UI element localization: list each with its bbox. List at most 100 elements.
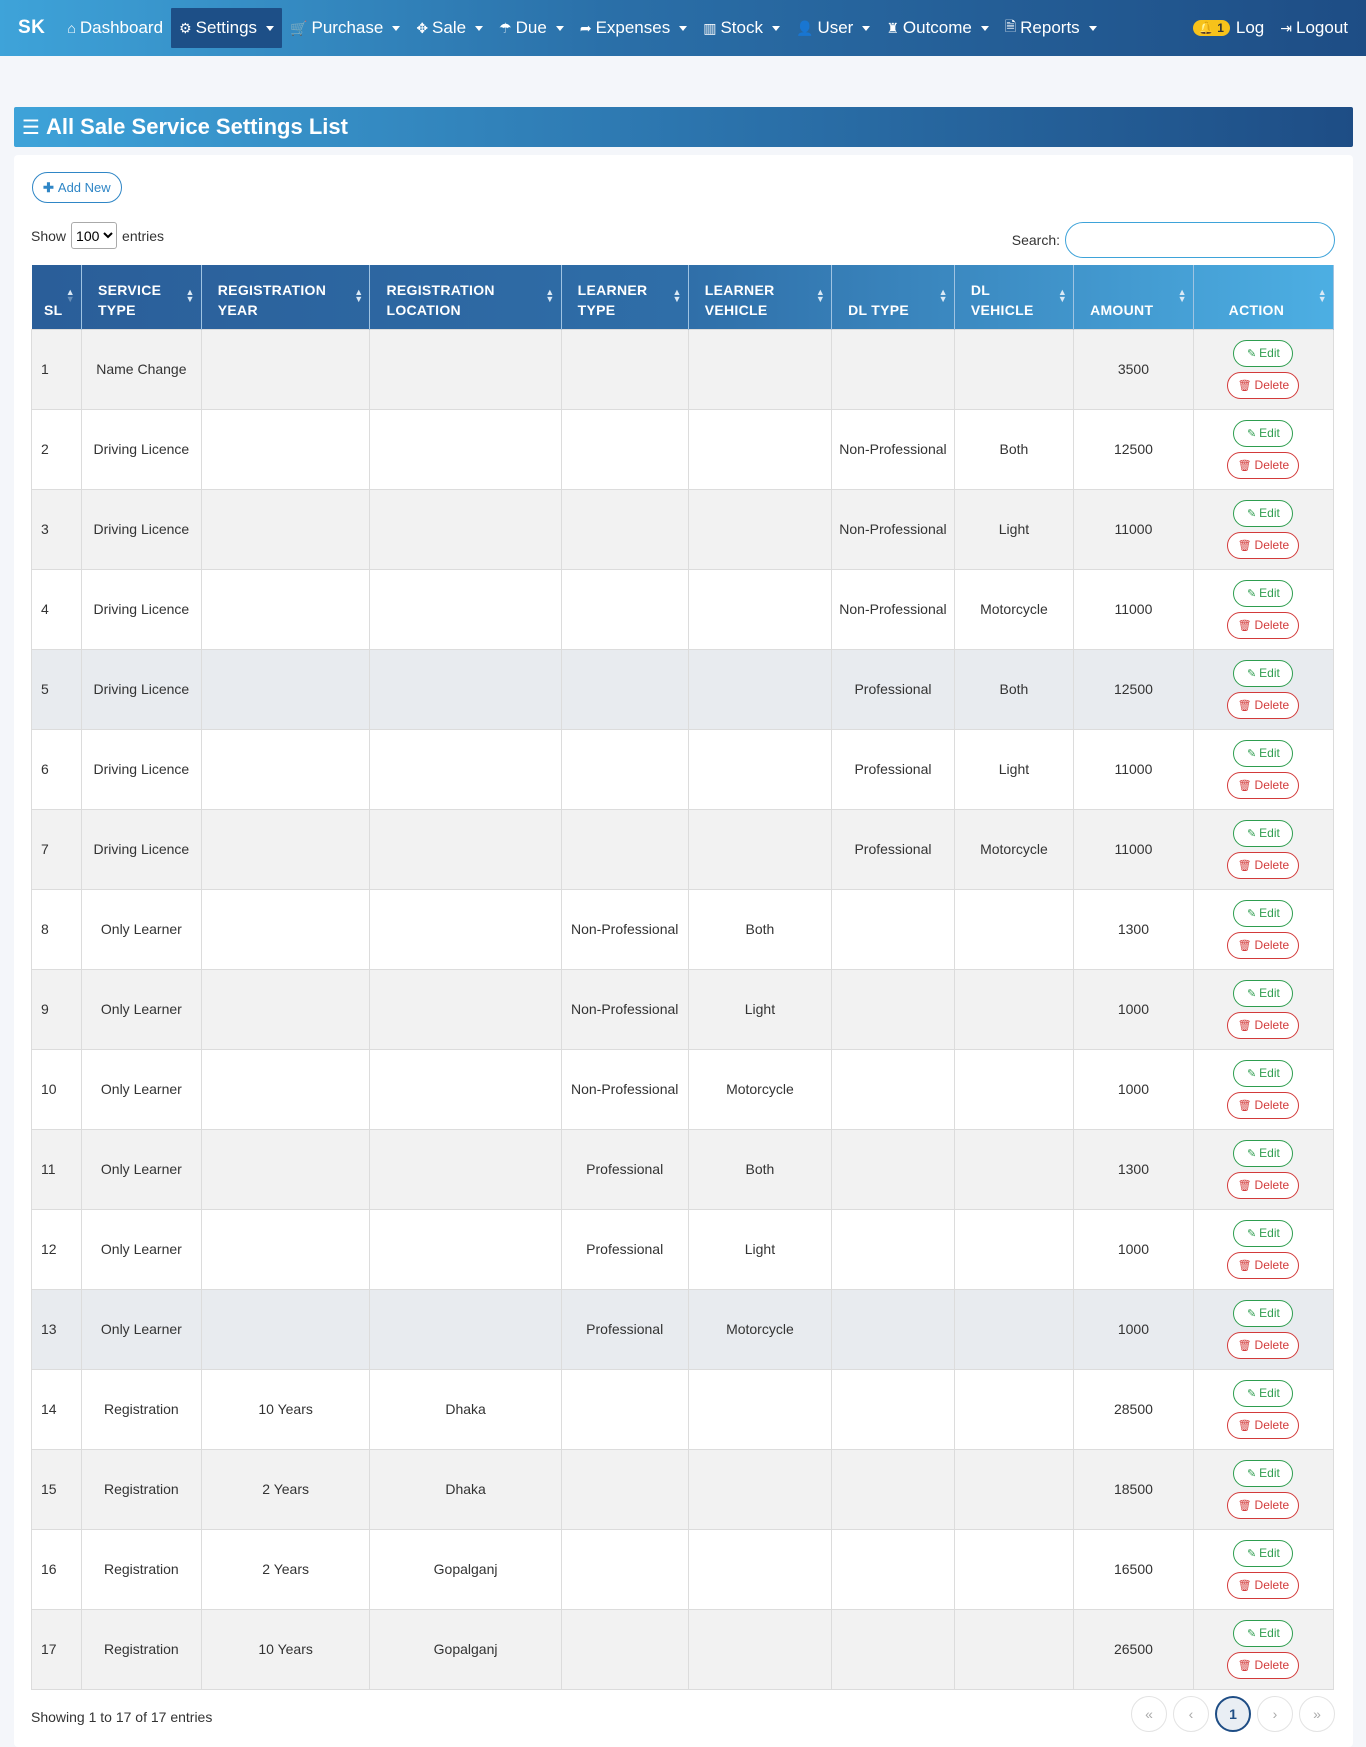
edit-button[interactable]: ✎ Edit xyxy=(1233,899,1294,927)
edit-button[interactable]: ✎ Edit xyxy=(1233,819,1294,847)
delete-button[interactable]: 🗑 Delete xyxy=(1227,1411,1300,1439)
nav-dashboard[interactable]: ⌂ Dashboard xyxy=(59,8,171,48)
cell-service-type: Registration xyxy=(80,1368,202,1450)
cell-action: ✎ Edit 🗑 Delete xyxy=(1192,968,1335,1050)
nav-stock[interactable]: ▥ Stock xyxy=(695,8,788,48)
delete-button[interactable]: 🗑 Delete xyxy=(1227,1571,1300,1599)
table-row: 1 Name Change 3500 ✎ Edit 🗑 Delete xyxy=(31,328,1335,410)
cell-dl-vehicle xyxy=(953,1288,1075,1370)
cell-dl-vehicle xyxy=(953,1368,1075,1450)
column-header-amount[interactable]: AMOUNT ▲ ▼ xyxy=(1073,265,1194,329)
column-header-service_type[interactable]: SERVICE TYPE ▲ ▼ xyxy=(81,265,202,329)
edit-button[interactable]: ✎ Edit xyxy=(1233,1299,1294,1327)
table-row: 5 Driving Licence Professional Both 12500 ✎ Ed… xyxy=(31,648,1335,730)
column-header-dl_type[interactable]: DL TYPE ▲ ▼ xyxy=(831,265,955,329)
edit-button[interactable]: ✎ Edit xyxy=(1233,1219,1294,1247)
nav-label: User xyxy=(817,18,854,37)
column-header-sl[interactable]: SL ▲ ▼ xyxy=(31,265,82,329)
search-input[interactable] xyxy=(1065,222,1335,258)
edit-button[interactable]: ✎ Edit xyxy=(1233,1459,1294,1487)
table-row: 15 Registration 2 Years Dhaka 18500 ✎ Edit 🗑 Del… xyxy=(31,1448,1335,1530)
delete-button[interactable]: 🗑 Delete xyxy=(1227,931,1300,959)
delete-button[interactable]: 🗑 Delete xyxy=(1227,1651,1300,1679)
edit-button[interactable]: ✎ Edit xyxy=(1233,339,1294,367)
delete-button[interactable]: 🗑 Delete xyxy=(1227,451,1300,479)
edit-icon: ✎ xyxy=(1246,587,1257,600)
column-header-reg_location[interactable]: REGISTRATION LOCATION ▲ ▼ xyxy=(369,265,562,329)
edit-button[interactable]: ✎ Edit xyxy=(1233,579,1294,607)
nav-expenses[interactable]: ➦ Expenses xyxy=(572,8,695,48)
brand-logo[interactable]: SK xyxy=(18,17,45,39)
edit-button[interactable]: ✎ Edit xyxy=(1233,1539,1294,1567)
next-page-button[interactable]: › xyxy=(1257,1696,1293,1732)
last-page-button[interactable]: » xyxy=(1299,1696,1335,1732)
edit-button[interactable]: ✎ Edit xyxy=(1233,499,1294,527)
edit-icon: ✎ xyxy=(1246,907,1257,920)
edit-button[interactable]: ✎ Edit xyxy=(1233,659,1294,687)
column-header-learner_type[interactable]: LEARNER TYPE ▲ ▼ xyxy=(561,265,689,329)
delete-button[interactable]: 🗑 Delete xyxy=(1227,1091,1300,1119)
trash-icon: 🗑 xyxy=(1237,779,1252,792)
edit-button[interactable]: ✎ Edit xyxy=(1233,979,1294,1007)
prev-page-button[interactable]: ‹ xyxy=(1173,1696,1209,1732)
nav-purchase[interactable]: 🛒 Purchase xyxy=(282,8,408,48)
log-link[interactable]: 🔔 1 Log xyxy=(1185,8,1272,48)
outcome-icon: ♜ xyxy=(886,19,899,36)
delete-button[interactable]: 🗑 Delete xyxy=(1227,691,1300,719)
caret-down-icon xyxy=(980,25,989,31)
cell-reg-year: 10 Years xyxy=(200,1608,371,1690)
column-header-reg_year[interactable]: REGISTRATION YEAR ▲ ▼ xyxy=(201,265,371,329)
cell-learner-type: Non-Professional xyxy=(560,968,689,1050)
add-new-button[interactable]: ✚ Add New xyxy=(32,172,122,203)
sort-icon: ▲ ▼ xyxy=(65,286,75,304)
nav-outcome[interactable]: ♜ Outcome xyxy=(878,8,997,48)
cell-reg-location xyxy=(369,568,562,650)
cell-learner-type xyxy=(560,808,689,890)
logout-link[interactable]: ⇥ Logout xyxy=(1272,8,1356,48)
cell-action: ✎ Edit 🗑 Delete xyxy=(1192,1368,1335,1450)
delete-button[interactable]: 🗑 Delete xyxy=(1227,1331,1300,1359)
column-header-action[interactable]: ACTION ▲ ▼ xyxy=(1193,265,1335,329)
edit-button[interactable]: ✎ Edit xyxy=(1233,1619,1294,1647)
trash-icon: 🗑 xyxy=(1237,859,1252,872)
list-icon: ☰ xyxy=(22,116,40,139)
delete-button[interactable]: 🗑 Delete xyxy=(1227,771,1300,799)
cell-reg-location: Dhaka xyxy=(369,1368,562,1450)
edit-button[interactable]: ✎ Edit xyxy=(1233,1139,1294,1167)
table-row: 7 Driving Licence Professional Motorcycle 11… xyxy=(31,808,1335,890)
first-page-button[interactable]: « xyxy=(1131,1696,1167,1732)
cell-amount: 26500 xyxy=(1073,1608,1194,1690)
delete-button[interactable]: 🗑 Delete xyxy=(1227,371,1300,399)
nav-reports[interactable]: 🗎 Reports xyxy=(997,8,1105,48)
edit-button[interactable]: ✎ Edit xyxy=(1233,1379,1294,1407)
page-button-1[interactable]: 1 xyxy=(1215,1696,1251,1732)
row-actions: ✎ Edit 🗑 Delete xyxy=(1200,1139,1327,1199)
due-icon: ☂ xyxy=(499,19,512,36)
table-row: 10 Only Learner Non-Professional Motorcycle… xyxy=(31,1048,1335,1130)
cell-learner-type xyxy=(560,568,689,650)
delete-button[interactable]: 🗑 Delete xyxy=(1227,1171,1300,1199)
edit-button[interactable]: ✎ Edit xyxy=(1233,1059,1294,1087)
nav-user[interactable]: 👤 User xyxy=(788,8,878,48)
delete-button[interactable]: 🗑 Delete xyxy=(1227,611,1300,639)
cell-amount: 3500 xyxy=(1073,328,1194,410)
delete-button[interactable]: 🗑 Delete xyxy=(1227,1011,1300,1039)
cell-dl-vehicle: Light xyxy=(953,728,1075,810)
column-header-dl_vehicle[interactable]: DL VEHICLE ▲ ▼ xyxy=(954,265,1075,329)
edit-button[interactable]: ✎ Edit xyxy=(1233,739,1294,767)
column-header-learner_vehicle[interactable]: LEARNER VEHICLE ▲ ▼ xyxy=(688,265,833,329)
cell-reg-year xyxy=(200,1288,371,1370)
edit-button[interactable]: ✎ Edit xyxy=(1233,419,1294,447)
nav-settings[interactable]: ⚙ Settings xyxy=(171,8,283,48)
cell-learner-vehicle xyxy=(687,408,833,490)
cell-action: ✎ Edit 🗑 Delete xyxy=(1192,1288,1335,1370)
delete-button[interactable]: 🗑 Delete xyxy=(1227,851,1300,879)
cell-sl: 2 xyxy=(31,408,82,490)
delete-button[interactable]: 🗑 Delete xyxy=(1227,531,1300,559)
cell-learner-vehicle: Both xyxy=(687,888,833,970)
entries-select[interactable]: 100 xyxy=(71,222,118,249)
nav-due[interactable]: ☂ Due xyxy=(491,8,572,48)
delete-button[interactable]: 🗑 Delete xyxy=(1227,1491,1300,1519)
nav-sale[interactable]: ✥ Sale xyxy=(408,8,491,48)
delete-button[interactable]: 🗑 Delete xyxy=(1227,1251,1300,1279)
